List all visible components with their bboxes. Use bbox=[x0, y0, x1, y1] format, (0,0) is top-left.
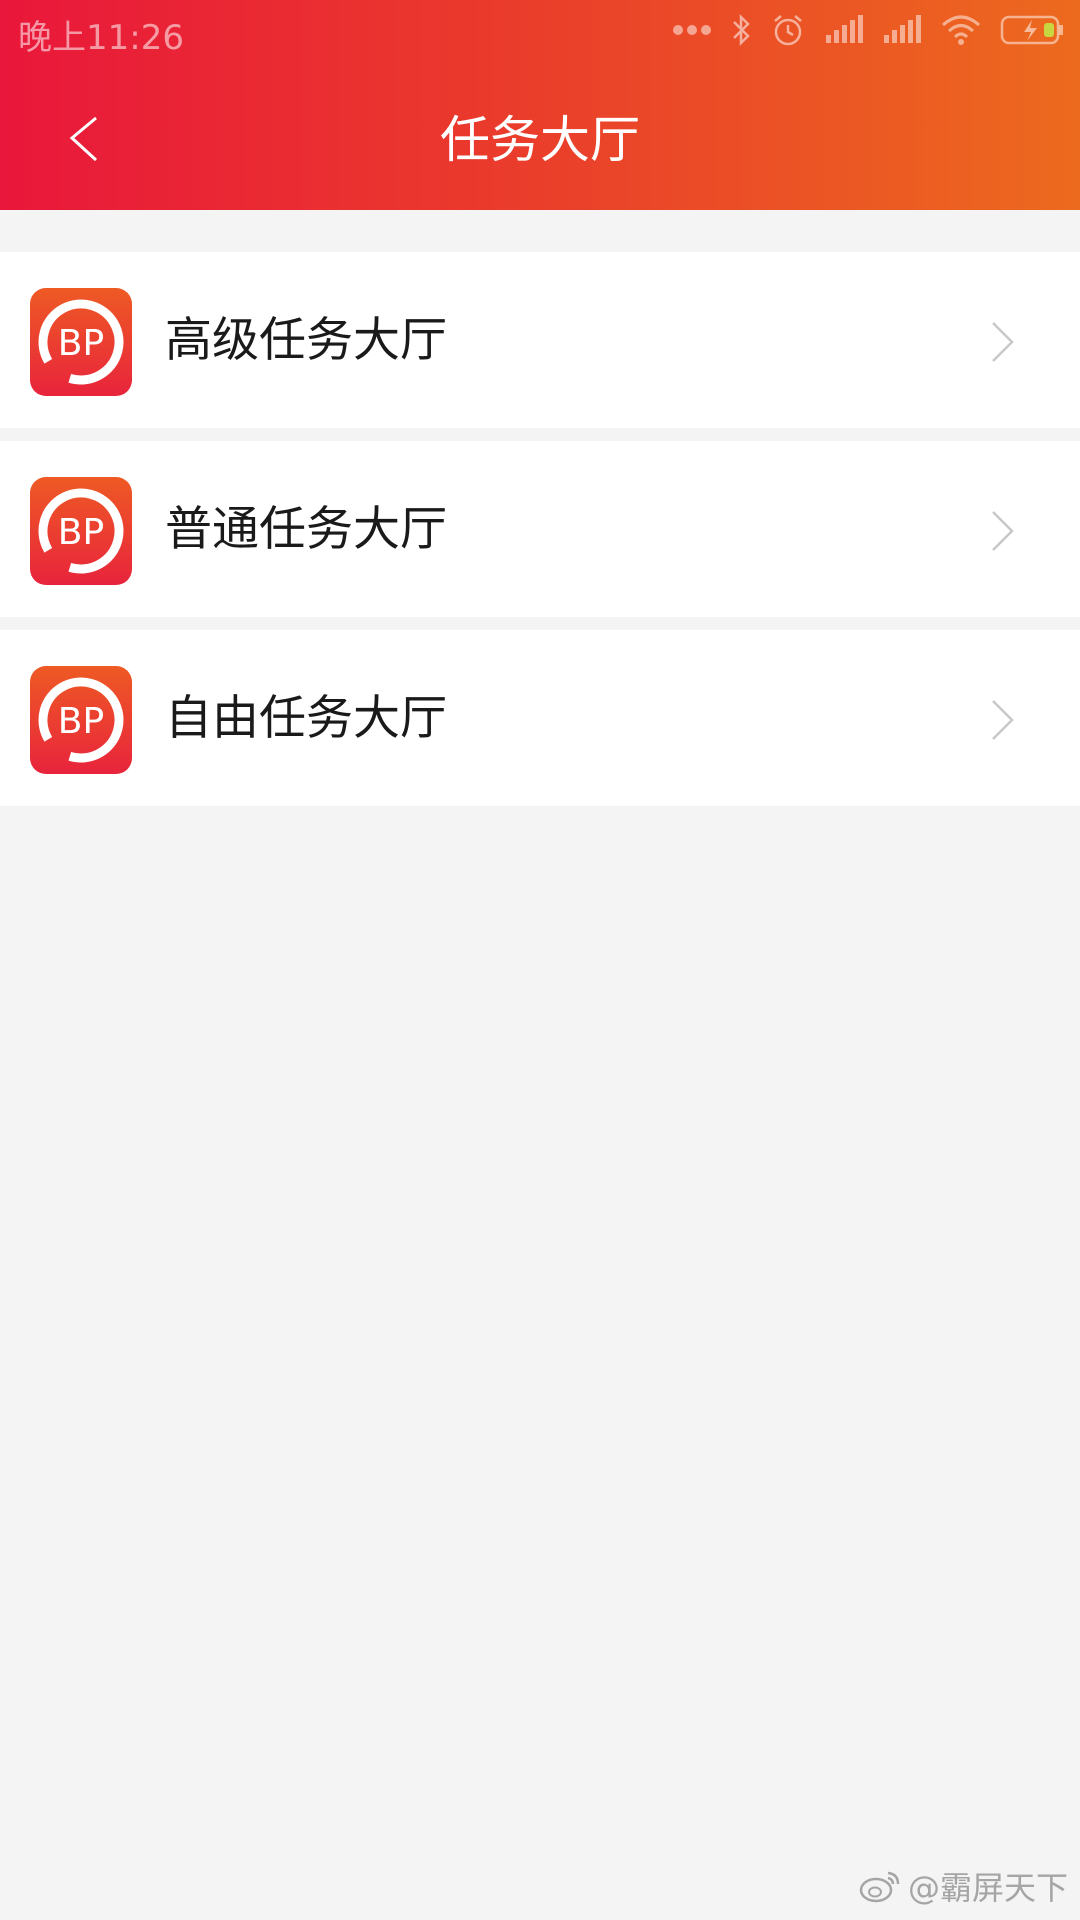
bp-logo-text: BP bbox=[58, 512, 104, 553]
status-bar: 晚上11:26 bbox=[0, 0, 1080, 62]
wifi-icon bbox=[940, 13, 982, 47]
app-header: 晚上11:26 任务大厅 bbox=[0, 0, 1080, 210]
list-item-label: 普通任务大厅 bbox=[165, 502, 447, 557]
task-hall-list: BP 高级任务大厅 BP 普通任务大厅 BP 自由任务大厅 bbox=[0, 252, 1080, 819]
bluetooth-icon bbox=[730, 12, 752, 48]
bp-logo-icon: BP bbox=[30, 288, 132, 396]
bp-logo-text: BP bbox=[58, 701, 104, 742]
chevron-right-icon bbox=[992, 700, 1014, 740]
weibo-icon bbox=[859, 1871, 900, 1903]
chevron-right-icon bbox=[992, 511, 1014, 551]
signal-icon bbox=[824, 15, 864, 45]
alarm-icon bbox=[770, 12, 806, 48]
chevron-right-icon bbox=[992, 322, 1014, 362]
status-time: 晚上11:26 bbox=[18, 18, 184, 58]
bp-logo-icon: BP bbox=[30, 477, 132, 585]
list-item-label: 高级任务大厅 bbox=[165, 313, 447, 368]
list-item-free-task-hall[interactable]: BP 自由任务大厅 bbox=[0, 630, 1080, 806]
more-dots-icon bbox=[672, 23, 712, 37]
bp-logo-text: BP bbox=[58, 323, 104, 364]
page-title: 任务大厅 bbox=[440, 111, 640, 169]
list-item-normal-task-hall[interactable]: BP 普通任务大厅 bbox=[0, 441, 1080, 617]
status-icons bbox=[672, 8, 1066, 52]
watermark-text: @霸屏天下 bbox=[907, 1869, 1068, 1907]
bp-logo-icon: BP bbox=[30, 666, 132, 774]
list-item-label: 自由任务大厅 bbox=[165, 691, 447, 746]
watermark: @霸屏天下 bbox=[858, 1864, 1068, 1908]
list-item-advanced-task-hall[interactable]: BP 高级任务大厅 bbox=[0, 252, 1080, 428]
signal-icon bbox=[882, 15, 922, 45]
battery-charging-icon bbox=[1000, 14, 1066, 46]
